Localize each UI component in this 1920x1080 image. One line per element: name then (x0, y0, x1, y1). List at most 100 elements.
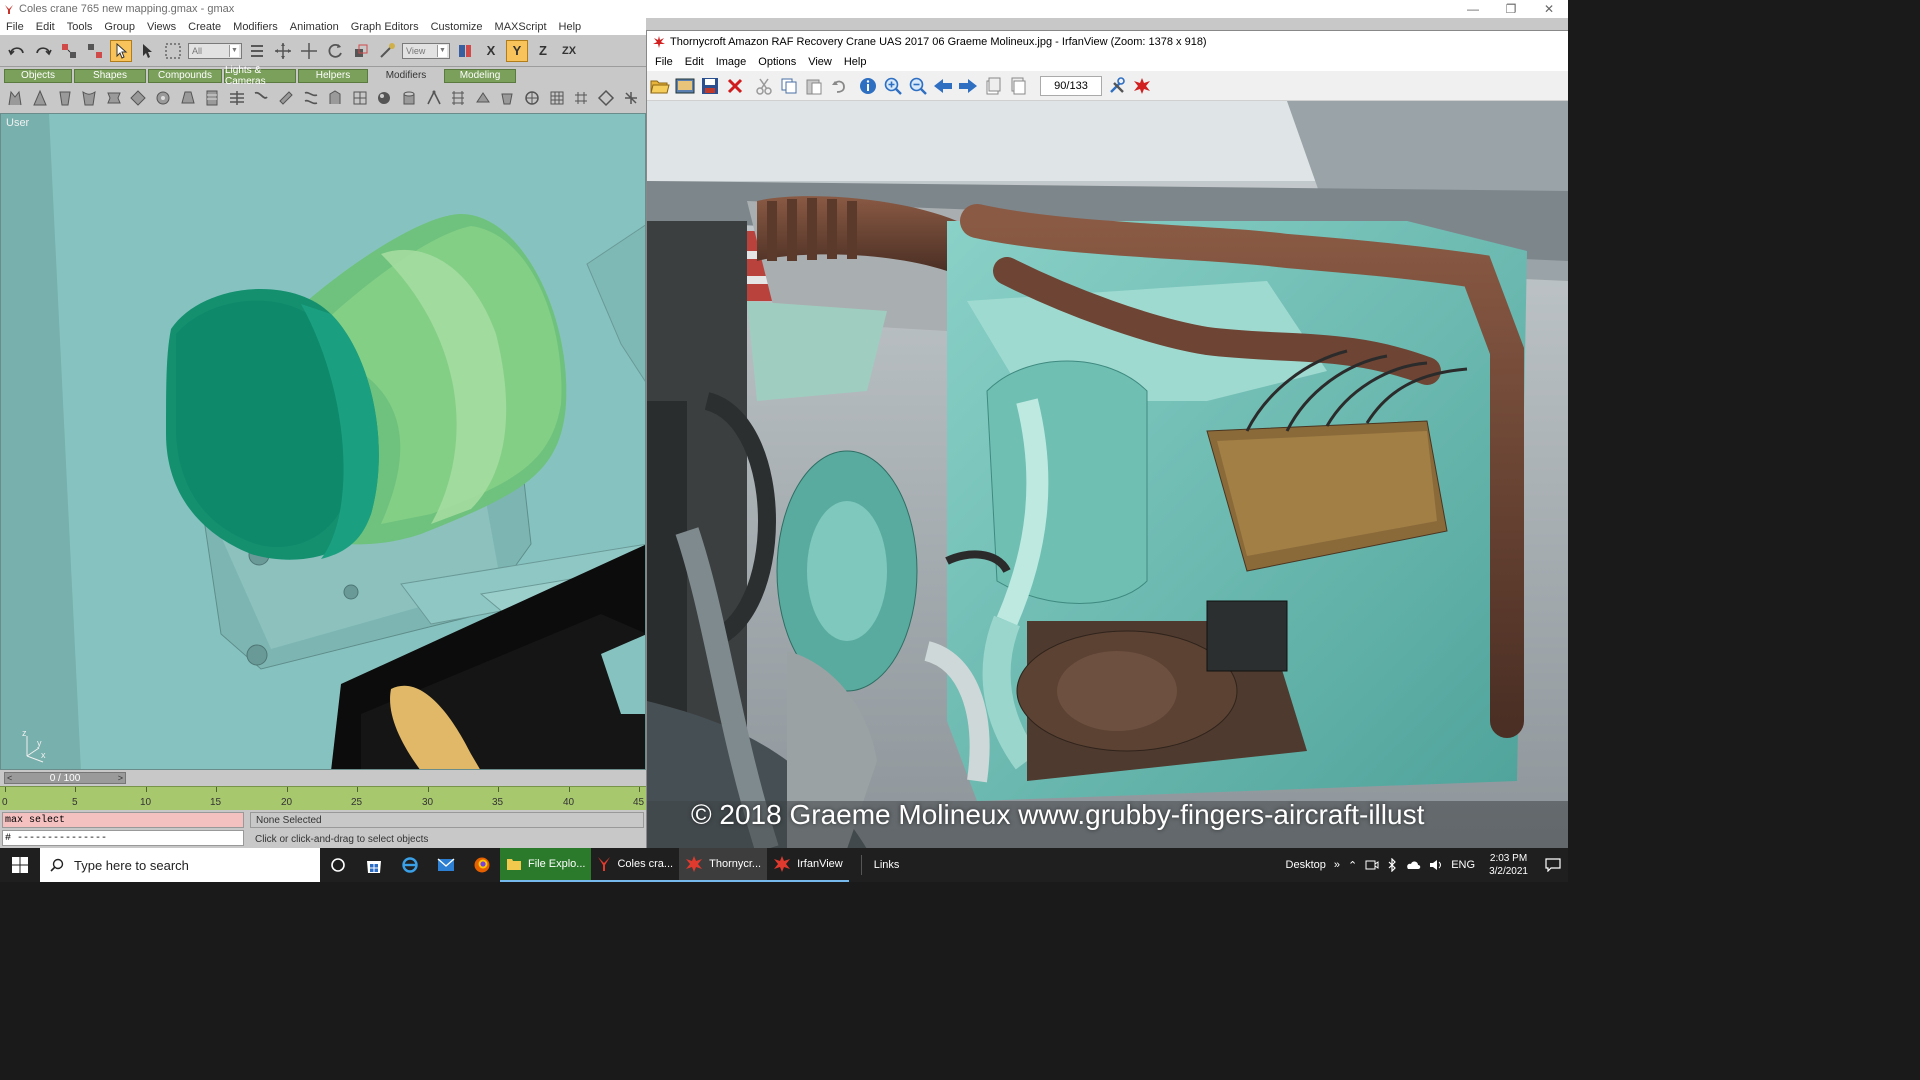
irfan-menu-file[interactable]: File (649, 56, 679, 68)
next-image-icon[interactable] (957, 75, 979, 97)
select-object-icon[interactable] (110, 39, 132, 62)
cut-icon[interactable] (753, 75, 775, 97)
undo-icon[interactable] (6, 40, 28, 62)
page-counter-field[interactable]: 90/133 (1040, 75, 1102, 96)
previous-image-icon[interactable] (932, 75, 954, 97)
properties-icon[interactable] (1106, 75, 1128, 97)
image-canvas[interactable]: © 2018 Graeme Molineux www.grubby-finger… (647, 101, 1568, 849)
tab-modeling[interactable]: Modeling (444, 68, 516, 83)
smooth-modifier-icon[interactable] (621, 88, 640, 108)
menu-group[interactable]: Group (98, 21, 141, 33)
axis-zx-button[interactable]: ZX (558, 40, 580, 62)
info-icon[interactable] (857, 75, 879, 97)
mail-icon[interactable] (428, 848, 464, 882)
clock[interactable]: 2:03 PM 3/2/2021 (1489, 852, 1528, 878)
select-and-manipulate-icon[interactable] (376, 40, 398, 62)
previous-page-icon[interactable] (982, 75, 1004, 97)
chevron-left-icon[interactable]: < (7, 773, 12, 783)
firefox-icon[interactable] (464, 848, 500, 882)
slideshow-icon[interactable] (674, 75, 696, 97)
edit-mesh-icon[interactable] (498, 88, 517, 108)
redo-icon[interactable] (32, 40, 54, 62)
start-button[interactable] (0, 848, 40, 882)
wave-modifier-icon[interactable] (227, 88, 246, 108)
meet-now-icon[interactable] (1365, 859, 1379, 871)
select-and-link-icon[interactable] (58, 40, 80, 62)
displace-modifier-icon[interactable] (400, 88, 419, 108)
undo-icon[interactable] (828, 75, 850, 97)
chevron-right-icon[interactable]: > (118, 773, 123, 783)
volume-icon[interactable] (1429, 859, 1443, 871)
zoom-out-icon[interactable] (907, 75, 929, 97)
ripple-modifier-icon[interactable] (203, 88, 222, 108)
taper-modifier-icon[interactable] (31, 88, 50, 108)
menu-graph-editors[interactable]: Graph Editors (345, 21, 425, 33)
slice-modifier-icon[interactable] (277, 88, 296, 108)
menu-views[interactable]: Views (141, 21, 182, 33)
tab-compounds[interactable]: Compounds (148, 68, 222, 83)
tab-helpers[interactable]: Helpers (298, 68, 368, 83)
tab-shapes[interactable]: Shapes (74, 68, 146, 83)
notification-icon[interactable] (1538, 858, 1568, 872)
squeeze-modifier-icon[interactable] (129, 88, 148, 108)
selection-filter-dropdown[interactable]: All ▼ (188, 42, 242, 59)
time-slider[interactable]: < 0 / 100 > (4, 772, 126, 784)
irfan-menu-help[interactable]: Help (838, 56, 873, 68)
menu-help[interactable]: Help (553, 21, 588, 33)
open-folder-icon[interactable] (649, 75, 671, 97)
irfan-menu-image[interactable]: Image (710, 56, 753, 68)
menu-maxscript[interactable]: MAXScript (489, 21, 553, 33)
skew-modifier-icon[interactable] (252, 88, 271, 108)
internet-explorer-icon[interactable] (392, 848, 428, 882)
relax-modifier-icon[interactable] (178, 88, 197, 108)
menu-tools[interactable]: Tools (61, 21, 99, 33)
axis-y-button[interactable]: Y (506, 39, 528, 62)
menu-file[interactable]: File (0, 21, 30, 33)
track-bar[interactable]: 0 5 10 15 20 25 30 35 40 45 (0, 786, 646, 810)
menu-animation[interactable]: Animation (284, 21, 345, 33)
user-viewport[interactable]: User z x y (0, 113, 646, 770)
optimize-icon[interactable] (572, 88, 591, 108)
maxscript-listener-input[interactable]: max select (2, 812, 244, 828)
language-indicator[interactable]: ENG (1451, 859, 1475, 871)
push-modifier-icon[interactable] (154, 88, 173, 108)
select-and-move-icon[interactable] (272, 40, 294, 62)
chevron-right-icon[interactable]: » (1334, 859, 1340, 871)
tab-modifiers[interactable]: Modifiers (370, 68, 442, 83)
minimize-icon[interactable]: — (1454, 0, 1492, 18)
onedrive-icon[interactable] (1405, 860, 1421, 870)
menu-customize[interactable]: Customize (425, 21, 489, 33)
gmax-title-bar[interactable]: Coles crane 765 new mapping.gmax - gmax (0, 0, 1568, 18)
stretch-modifier-icon[interactable] (104, 88, 123, 108)
lattice-modifier-icon[interactable] (351, 88, 370, 108)
desktop-toolbar[interactable]: Desktop (1286, 859, 1326, 871)
spherify-modifier-icon[interactable] (301, 88, 320, 108)
irfan-menu-options[interactable]: Options (752, 56, 802, 68)
links-toolbar[interactable]: Links (860, 855, 899, 875)
select-by-name-icon[interactable] (136, 40, 158, 62)
pivot-center-icon[interactable] (454, 40, 476, 62)
paste-icon[interactable] (803, 75, 825, 97)
menu-edit[interactable]: Edit (30, 21, 61, 33)
select-and-move-alt-icon[interactable] (298, 40, 320, 62)
tab-objects[interactable]: Objects (4, 68, 72, 83)
xform-modifier-icon[interactable] (424, 88, 443, 108)
maxscript-listener-output[interactable]: # --------------- (2, 830, 244, 846)
close-icon[interactable]: ✕ (1530, 0, 1568, 18)
mirror-modifier-icon[interactable] (375, 88, 394, 108)
save-icon[interactable] (699, 75, 721, 97)
chevron-up-icon[interactable]: ⌃ (1348, 859, 1357, 872)
taskbar-file-explorer[interactable]: File Explo... (500, 848, 592, 882)
restore-icon[interactable]: ❐ (1492, 0, 1530, 18)
region-select-icon[interactable] (162, 40, 184, 62)
taskbar-irfanview[interactable]: IrfanView (767, 848, 849, 882)
unlink-icon[interactable] (84, 40, 106, 62)
irfan-menu-edit[interactable]: Edit (679, 56, 710, 68)
normal-modifier-icon[interactable] (597, 88, 616, 108)
axis-x-button[interactable]: X (480, 40, 502, 62)
task-view-icon[interactable] (320, 848, 356, 882)
irfanview-logo-icon[interactable] (1131, 75, 1153, 97)
select-by-list-icon[interactable] (246, 40, 268, 62)
irfanview-title-bar[interactable]: Thornycroft Amazon RAF Recovery Crane UA… (647, 31, 1568, 53)
select-and-rotate-icon[interactable] (324, 40, 346, 62)
